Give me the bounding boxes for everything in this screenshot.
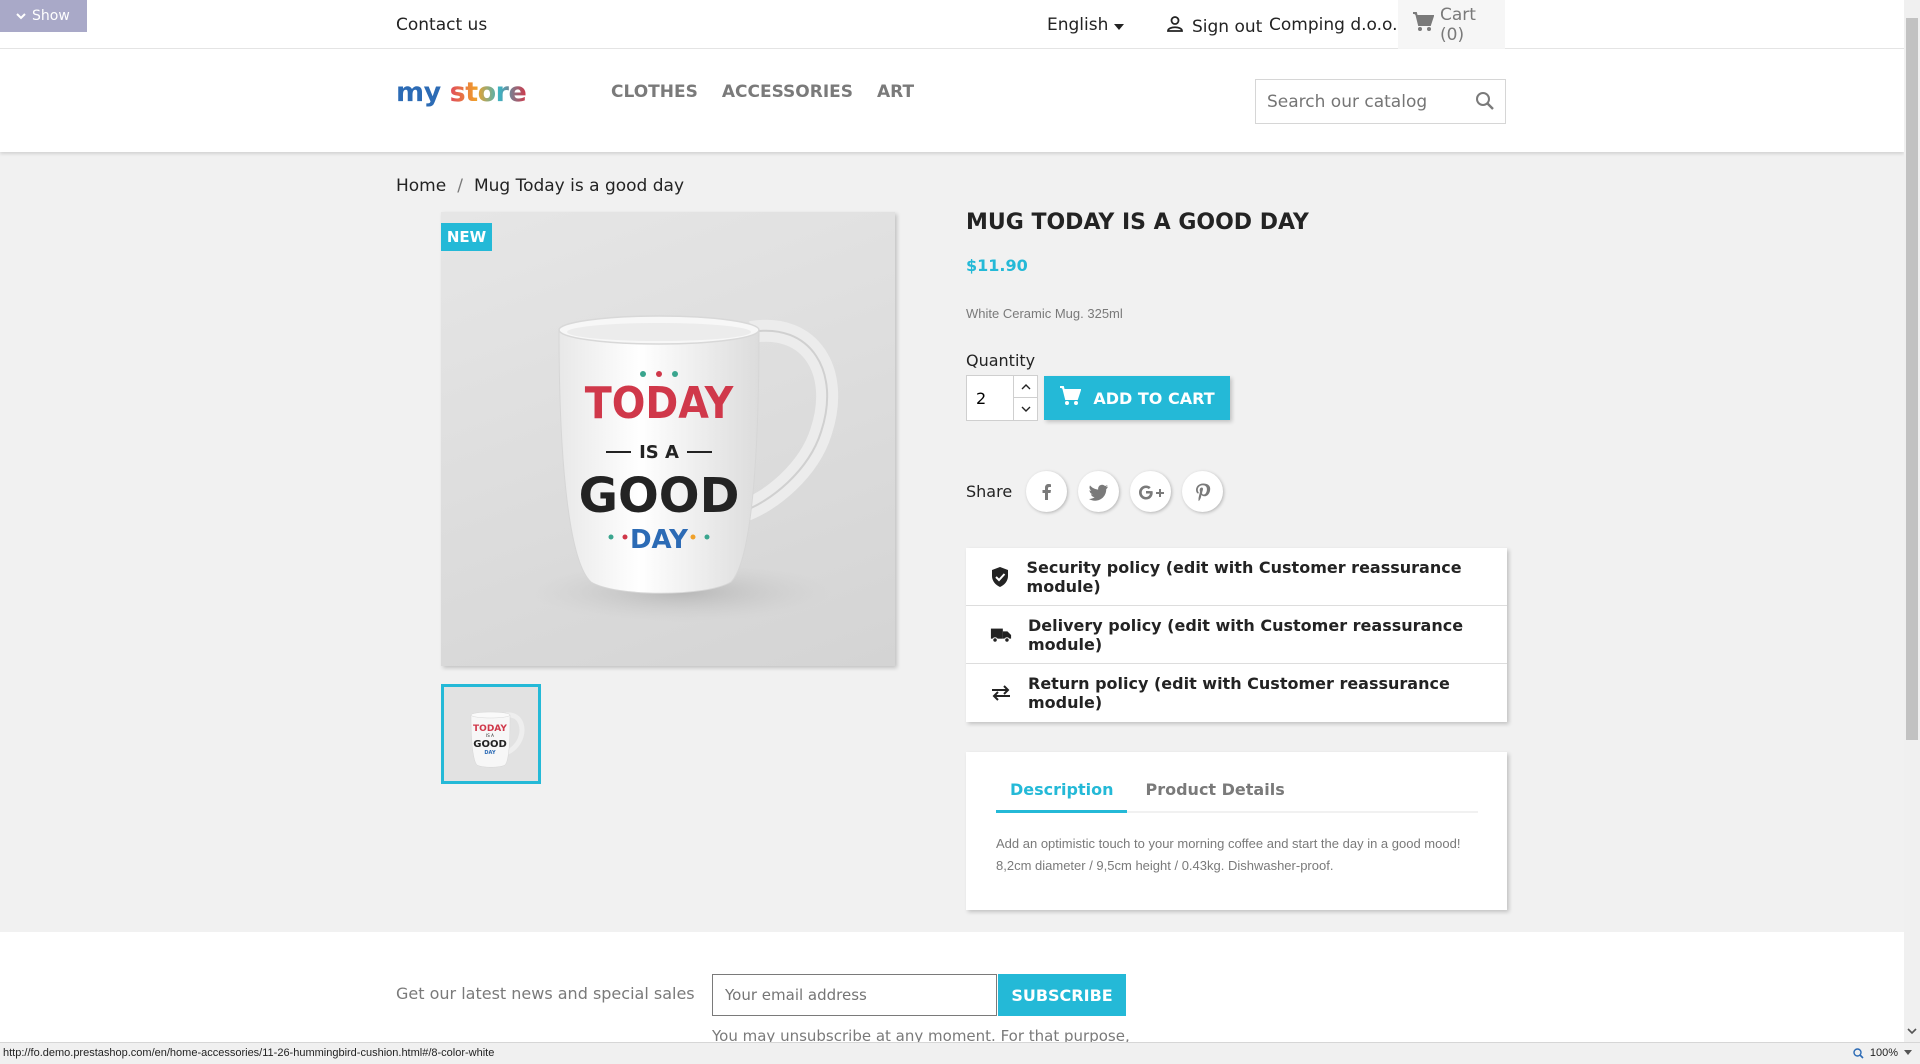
reassurance-item-delivery: Delivery policy (edit with Customer reas… xyxy=(966,606,1507,664)
breadcrumb-product[interactable]: Mug Today is a good day xyxy=(474,176,684,196)
subscribe-button[interactable]: SUBSCRIBE xyxy=(998,974,1126,1016)
add-to-cart-label: ADD TO CART xyxy=(1093,388,1215,408)
debug-show-button[interactable]: Show xyxy=(0,0,87,32)
scrollbar-thumb[interactable] xyxy=(1906,18,1918,740)
thumb-text-good: GOOD xyxy=(473,739,507,750)
mug-illustration: TODAY IS A GOOD DAY xyxy=(531,315,839,622)
logo-word-my: my xyxy=(396,77,441,108)
browser-status-bar: http://fo.demo.prestashop.com/en/home-ac… xyxy=(0,1042,1920,1064)
mug-text-today: TODAY xyxy=(585,378,735,429)
newsletter-label: Get our latest news and special sales xyxy=(396,984,695,1003)
caret-down-icon xyxy=(1904,1050,1912,1055)
thumb-text-is-a: IS A xyxy=(486,733,494,738)
truck-icon xyxy=(990,626,1012,644)
pinterest-icon xyxy=(1195,483,1210,501)
share-pinterest-button[interactable] xyxy=(1182,471,1224,512)
cart-button[interactable]: Cart (0) xyxy=(1398,0,1505,49)
add-to-cart-button[interactable]: ADD TO CART xyxy=(1044,376,1230,420)
share-facebook-button[interactable] xyxy=(1026,471,1068,512)
menu-item-clothes[interactable]: CLOTHES xyxy=(611,82,698,102)
chevron-up-icon xyxy=(1021,383,1030,389)
tab-product-details[interactable]: Product Details xyxy=(1145,780,1298,813)
main-menu: CLOTHES ACCESSORIES ART xyxy=(611,82,914,102)
language-selector[interactable]: English xyxy=(1047,15,1125,35)
product-description: Add an optimistic touch to your morning … xyxy=(996,836,1461,873)
search-box xyxy=(1255,79,1506,124)
vertical-scrollbar[interactable] xyxy=(1904,0,1920,1042)
product-price: $11.90 xyxy=(966,256,1028,275)
search-input[interactable] xyxy=(1256,80,1466,123)
shopping-cart-icon xyxy=(1412,12,1435,37)
debug-show-label: Show xyxy=(32,8,70,24)
product-short-description: White Ceramic Mug. 325ml xyxy=(966,306,1123,321)
reassurance-text: Security policy (edit with Customer reas… xyxy=(1026,557,1462,596)
sign-out-label: Sign out xyxy=(1192,16,1263,37)
reassurance-text: Delivery policy (edit with Customer reas… xyxy=(1028,615,1464,654)
mug-text-good: GOOD xyxy=(579,468,740,524)
caret-down-icon xyxy=(1114,15,1125,35)
reassurance-item-return: Return policy (edit with Customer reassu… xyxy=(966,664,1507,722)
tab-list: Description Product Details xyxy=(996,780,1478,813)
store-logo[interactable]: my store xyxy=(396,77,527,108)
facebook-icon xyxy=(1042,483,1051,500)
quantity-input[interactable] xyxy=(967,376,1013,420)
mug-thumbnail-illustration: TODAY IS A GOOD DAY xyxy=(470,711,525,768)
email-input[interactable] xyxy=(713,975,996,1015)
product-cover-image[interactable]: TODAY IS A GOOD DAY xyxy=(441,212,895,666)
mug-text-is-a: IS A xyxy=(639,442,679,463)
site-header: my store CLOTHES ACCESSORIES ART xyxy=(0,49,1904,152)
breadcrumb: Home / Mug Today is a good day xyxy=(396,176,684,196)
quantity-label: Quantity xyxy=(966,351,1036,370)
zoom-level: 100% xyxy=(1869,1047,1898,1059)
shopping-cart-icon xyxy=(1059,386,1082,410)
zoom-control[interactable]: 100% xyxy=(1853,1047,1912,1059)
language-label: English xyxy=(1047,15,1109,35)
share-google-plus-button[interactable] xyxy=(1130,471,1172,512)
quantity-increase-button[interactable] xyxy=(1013,376,1037,398)
product-thumbnail[interactable]: TODAY IS A GOOD DAY xyxy=(441,684,541,784)
product-title: MUG TODAY IS A GOOD DAY xyxy=(966,210,1309,235)
logo-word-store: store xyxy=(449,77,527,108)
top-nav: Contact us English Sign out Comping d.o.… xyxy=(0,0,1904,49)
tab-description[interactable]: Description xyxy=(996,780,1128,813)
social-share: Share xyxy=(966,471,1224,512)
share-twitter-button[interactable] xyxy=(1078,471,1120,512)
sign-out-link[interactable]: Sign out xyxy=(1166,15,1262,38)
twitter-icon xyxy=(1088,484,1108,501)
quantity-stepper xyxy=(966,375,1038,421)
reassurance-item-security: Security policy (edit with Customer reas… xyxy=(966,548,1507,606)
contact-us-link[interactable]: Contact us xyxy=(396,15,487,35)
scroll-down-icon[interactable] xyxy=(1907,1020,1917,1039)
cart-label: Cart (0) xyxy=(1440,4,1476,45)
reassurance-text: Return policy (edit with Customer reassu… xyxy=(1028,674,1450,712)
customer-account-link[interactable]: Comping d.o.o. xyxy=(1269,15,1398,35)
breadcrumb-separator: / xyxy=(457,176,463,196)
zoom-icon xyxy=(1853,1047,1864,1059)
chevron-down-icon xyxy=(1021,406,1030,412)
status-url: http://fo.demo.prestashop.com/en/home-ac… xyxy=(3,1047,495,1059)
new-badge: NEW xyxy=(441,223,492,251)
menu-item-accessories[interactable]: ACCESSORIES xyxy=(722,82,853,102)
google-plus-icon xyxy=(1138,485,1164,499)
chevron-down-icon xyxy=(16,8,26,24)
newsletter-email-field xyxy=(712,974,997,1016)
menu-item-art[interactable]: ART xyxy=(877,82,914,102)
thumb-text-day: DAY xyxy=(484,750,496,756)
swap-arrows-icon xyxy=(990,685,1012,701)
shield-check-icon xyxy=(990,566,1011,588)
breadcrumb-home[interactable]: Home xyxy=(396,176,446,196)
mug-text-day: DAY xyxy=(630,525,689,555)
user-icon xyxy=(1166,15,1184,38)
product-tabs: Description Product Details Add an optim… xyxy=(966,752,1507,910)
quantity-decrease-button[interactable] xyxy=(1013,398,1037,420)
search-icon[interactable] xyxy=(1475,91,1495,115)
share-label: Share xyxy=(966,482,1013,501)
reassurance-block: Security policy (edit with Customer reas… xyxy=(966,548,1507,722)
